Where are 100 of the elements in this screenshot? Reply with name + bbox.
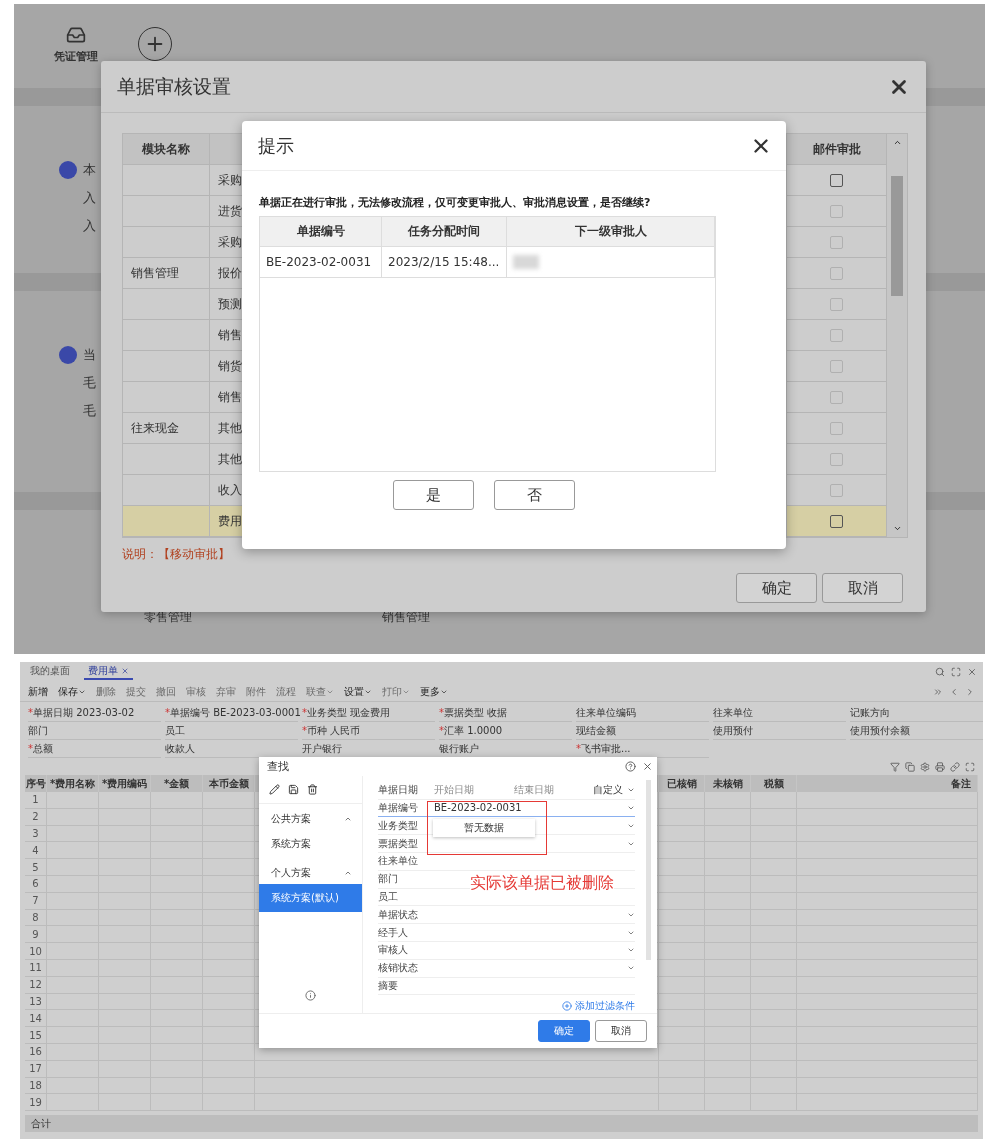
filter-field[interactable]: 单据日期 开始日期 结束日期 自定义 — [378, 781, 635, 799]
tab[interactable]: 费用单 — [84, 664, 133, 680]
filter-field[interactable]: 核销状态 — [378, 959, 430, 977]
filter-field[interactable]: 部门 — [378, 870, 464, 888]
next-icon[interactable] — [965, 686, 975, 697]
toolbar-button[interactable]: 更多 — [420, 684, 448, 699]
search-icon[interactable] — [935, 667, 945, 677]
section-text: 当 — [83, 346, 96, 364]
filter-field[interactable]: 单据编号 BE-2023-02-0031 — [378, 799, 635, 817]
printer-icon[interactable] — [935, 762, 945, 772]
form-field[interactable]: *币种 人民币 — [302, 724, 435, 740]
row-number: 10 — [25, 943, 47, 960]
dialog-button[interactable]: 确定 — [538, 1020, 590, 1043]
app-label[interactable]: 凭证管理 — [54, 48, 98, 64]
form-field[interactable]: 使用预付 — [713, 724, 846, 740]
form-field[interactable]: 往来单位 — [713, 706, 846, 722]
section-text: 本 — [83, 161, 96, 179]
maximize-icon[interactable] — [965, 762, 975, 772]
scroll-up-icon[interactable] — [892, 138, 902, 147]
dialog-title: 查找 — [267, 758, 289, 774]
row-number: 11 — [25, 959, 47, 977]
filter-field[interactable]: 票据类型 — [378, 835, 430, 852]
row-number: 5 — [25, 859, 47, 876]
form-field[interactable]: *单据编号 BE-2023-03-0001 — [165, 706, 298, 722]
copy-icon[interactable] — [905, 762, 915, 772]
filter-icon[interactable] — [890, 762, 900, 772]
row-number: 2 — [25, 808, 47, 826]
form-field[interactable]: *汇率 1.0000 — [439, 724, 572, 740]
form-field[interactable]: 员工 — [165, 724, 298, 740]
column-header: 邮件审批 — [787, 134, 887, 165]
filter-field[interactable]: 往来单位 — [378, 853, 464, 870]
close-icon[interactable] — [642, 760, 653, 772]
link-icon[interactable] — [950, 762, 960, 772]
filter-field[interactable]: 单据状态 — [378, 906, 430, 924]
row-number: 8 — [25, 909, 47, 927]
tab[interactable]: 我的桌面 — [26, 664, 74, 680]
save-icon[interactable] — [288, 783, 299, 795]
row-number: 4 — [25, 842, 47, 860]
dropdown-menu: 暂无数据 — [433, 818, 535, 837]
info-icon[interactable] — [305, 990, 316, 1002]
filter-field[interactable]: 经手人 — [378, 924, 430, 941]
form-field[interactable]: 使用预付余额 — [850, 724, 983, 740]
scrollbar-thumb[interactable] — [891, 175, 903, 296]
dialog-button[interactable]: 取消 — [822, 573, 903, 603]
delete-icon[interactable] — [307, 783, 318, 795]
toolbar-button[interactable]: 保存 — [58, 684, 86, 699]
column-header: 下一级审批人 — [507, 217, 715, 247]
scheme-group[interactable]: 公共方案 — [259, 803, 362, 830]
previous-icon[interactable] — [949, 686, 959, 697]
prompt-title: 提示 — [258, 133, 294, 158]
prompt-button[interactable]: 是 — [393, 480, 474, 510]
filter-field[interactable]: 员工 — [378, 888, 464, 906]
filter-field[interactable]: 摘要 — [378, 977, 464, 995]
scroll-down-icon[interactable] — [892, 524, 902, 533]
list-icon — [59, 346, 77, 364]
last-icon[interactable] — [933, 686, 943, 697]
row-number: 14 — [25, 1010, 47, 1028]
form-field[interactable]: 往来单位编码 — [576, 706, 709, 722]
dialog-title: 单据审核设置 — [117, 73, 231, 99]
row-number: 1 — [25, 792, 47, 809]
form-field[interactable]: 部门 — [28, 724, 161, 740]
form-field[interactable]: *业务类型 现金费用 — [302, 706, 435, 722]
maximize-icon[interactable] — [951, 667, 961, 677]
prompt-message: 单据正在进行审批，无法修改流程，仅可变更审批人、审批消息设置，是否继续? — [259, 195, 651, 210]
form-field[interactable]: 现结金额 — [576, 724, 709, 740]
checkbox[interactable] — [830, 514, 843, 528]
column-header: *费用名称 — [47, 775, 99, 792]
form-field[interactable]: 记账方向 — [850, 706, 983, 722]
scheme-item[interactable]: 系统方案 — [259, 829, 362, 858]
scrollbar[interactable] — [646, 779, 651, 960]
dialog-button[interactable]: 取消 — [595, 1020, 647, 1043]
form-field[interactable]: *票据类型 收据 — [439, 706, 572, 722]
caret-icon[interactable] — [627, 804, 635, 812]
add-filter-link[interactable]: 添加过滤条件 — [562, 999, 635, 1014]
prompt-button[interactable]: 否 — [494, 480, 575, 510]
checkbox[interactable] — [830, 173, 843, 187]
filter-field[interactable]: 审核人 — [378, 941, 430, 959]
toolbar-button[interactable]: 设置 — [344, 684, 372, 699]
section-text: 毛 — [83, 374, 96, 392]
form-field[interactable]: *单据日期 2023-03-02 — [28, 706, 161, 722]
dialog-button[interactable]: 确定 — [736, 573, 817, 603]
row-number: 15 — [25, 1027, 47, 1044]
form-field[interactable]: *总额 — [28, 742, 161, 758]
column-header: 任务分配时间 — [382, 217, 507, 247]
section-text: 毛 — [83, 402, 96, 420]
row-number: 16 — [25, 1043, 47, 1061]
edit-icon[interactable] — [269, 783, 280, 795]
scheme-item[interactable]: 系统方案(默认) — [259, 883, 362, 912]
plus-icon[interactable] — [562, 1001, 572, 1012]
scrollbar[interactable] — [887, 134, 907, 537]
required-mark: * — [165, 707, 170, 718]
filter-field[interactable]: 业务类型 — [378, 817, 430, 835]
help-icon[interactable] — [625, 760, 636, 772]
required-mark: * — [28, 743, 33, 754]
row-number: 18 — [25, 1077, 47, 1095]
table-cell: 往来现金 — [123, 413, 210, 444]
settings-icon[interactable] — [920, 762, 930, 772]
row-number: 6 — [25, 876, 47, 893]
toolbar-button[interactable]: 新增 — [28, 684, 48, 699]
scheme-group[interactable]: 个人方案 — [259, 857, 362, 884]
